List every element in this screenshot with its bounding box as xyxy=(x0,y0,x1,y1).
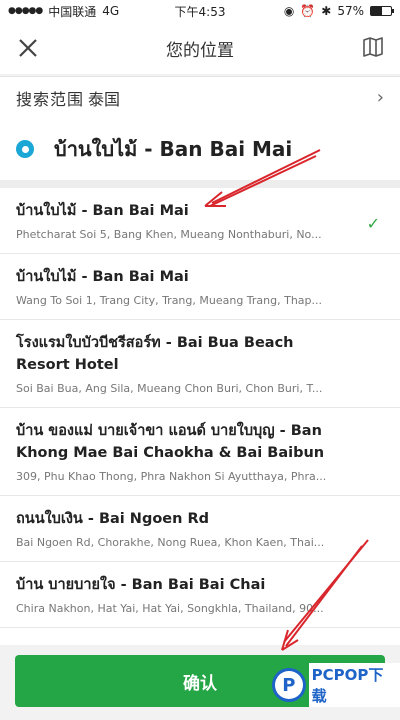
scope-label: 搜索范围 xyxy=(16,89,85,109)
alarm-icon: ⏰ xyxy=(300,4,316,18)
search-scope-row[interactable]: 搜索范围 泰国 › xyxy=(0,76,400,118)
status-left: ●●●●● 中国联通 4G xyxy=(8,3,284,20)
search-query-text: บ้านใบไม้ - Ban Bai Mai xyxy=(54,137,293,161)
battery-icon xyxy=(370,6,394,16)
page-title: 您的位置 xyxy=(166,40,234,61)
watermark-logo-icon: P xyxy=(272,668,306,702)
signal-icon: ●●●●● xyxy=(8,6,43,16)
divider xyxy=(0,180,400,188)
result-address: Phetcharat Soi 5, Bang Khen, Mueang Nont… xyxy=(16,228,322,241)
scope-value: 泰国 xyxy=(88,89,121,109)
result-address: 309, Phu Khao Thong, Phra Nakhon Si Ayut… xyxy=(16,470,327,483)
result-name: บ้าน บายบายใจ - Ban Bai Bai Chai xyxy=(16,577,266,593)
checkmark-icon: ✓ xyxy=(366,214,380,233)
status-time: 下午4:53 xyxy=(174,4,226,19)
watermark-text: PCPOP下载 xyxy=(308,663,400,707)
result-address: Chira Nakhon, Hat Yai, Hat Yai, Songkhla… xyxy=(16,602,324,615)
map-icon[interactable] xyxy=(362,36,386,60)
list-item[interactable]: โรงแรมใบบัวบีชรีสอร์ท - Bai Bua Beach Re… xyxy=(0,320,400,408)
list-item[interactable]: ถนนใบเงิน - Bai Ngoen Rd Bai Ngoen Rd, Ch… xyxy=(0,496,400,562)
results-list[interactable]: บ้านใบไม้ - Ban Bai Mai Phetcharat Soi 5,… xyxy=(0,188,400,645)
location-dot-icon xyxy=(16,140,34,158)
carrier-label: 中国联通 xyxy=(48,4,97,19)
chevron-right-icon: › xyxy=(376,87,384,108)
search-query-row[interactable]: บ้านใบไม้ - Ban Bai Mai xyxy=(0,118,400,180)
battery-fill xyxy=(371,7,383,15)
bluetooth-icon: ✱ xyxy=(321,4,332,18)
list-item[interactable]: บ้านใบไม้ - Ban Bai Mai Phetcharat Soi 5,… xyxy=(0,188,400,254)
network-label: 4G xyxy=(102,4,120,18)
battery-percent: 57% xyxy=(337,4,364,18)
nav-bar: 您的位置 xyxy=(0,22,400,74)
result-name: โรงแรมใบบัวบีชรีสอร์ท - Bai Bua Beach Re… xyxy=(16,335,294,373)
close-icon[interactable] xyxy=(14,34,42,62)
result-address: Soi Bai Bua, Ang Sila, Mueang Chon Buri,… xyxy=(16,382,323,395)
status-bar: ●●●●● 中国联通 4G 下午4:53 ◉ ⏰ ✱ 57% xyxy=(0,0,400,22)
list-item[interactable]: บ้าน บายบายใจ - Ban Bai Bai Chai Chira Na… xyxy=(0,562,400,628)
list-item[interactable]: บ้านใบไม้ - Ban Bai Mai Wang To Soi 1, Tr… xyxy=(0,254,400,320)
result-name: บ้าน ของแม่ บายเจ้าขา แอนด์ บายใบบุญ - B… xyxy=(16,423,325,461)
location-icon: ◉ xyxy=(283,4,295,18)
result-address: Wang To Soi 1, Trang City, Trang, Mueang… xyxy=(16,294,323,307)
result-name: บ้านใบไม้ - Ban Bai Mai xyxy=(16,269,189,285)
result-address: Bai Ngoen Rd, Chorakhe, Nong Ruea, Khon … xyxy=(16,536,325,549)
status-right: ◉ ⏰ ✱ 57% xyxy=(283,4,394,18)
result-name: บ้านใบไม้ - Ban Bai Mai xyxy=(16,203,189,219)
result-name: ถนนใบเงิน - Bai Ngoen Rd xyxy=(16,511,210,527)
list-item[interactable]: บ้าน ของแม่ บายเจ้าขา แอนด์ บายใบบุญ - B… xyxy=(0,408,400,496)
watermark: P PCPOP下载 xyxy=(272,655,400,715)
